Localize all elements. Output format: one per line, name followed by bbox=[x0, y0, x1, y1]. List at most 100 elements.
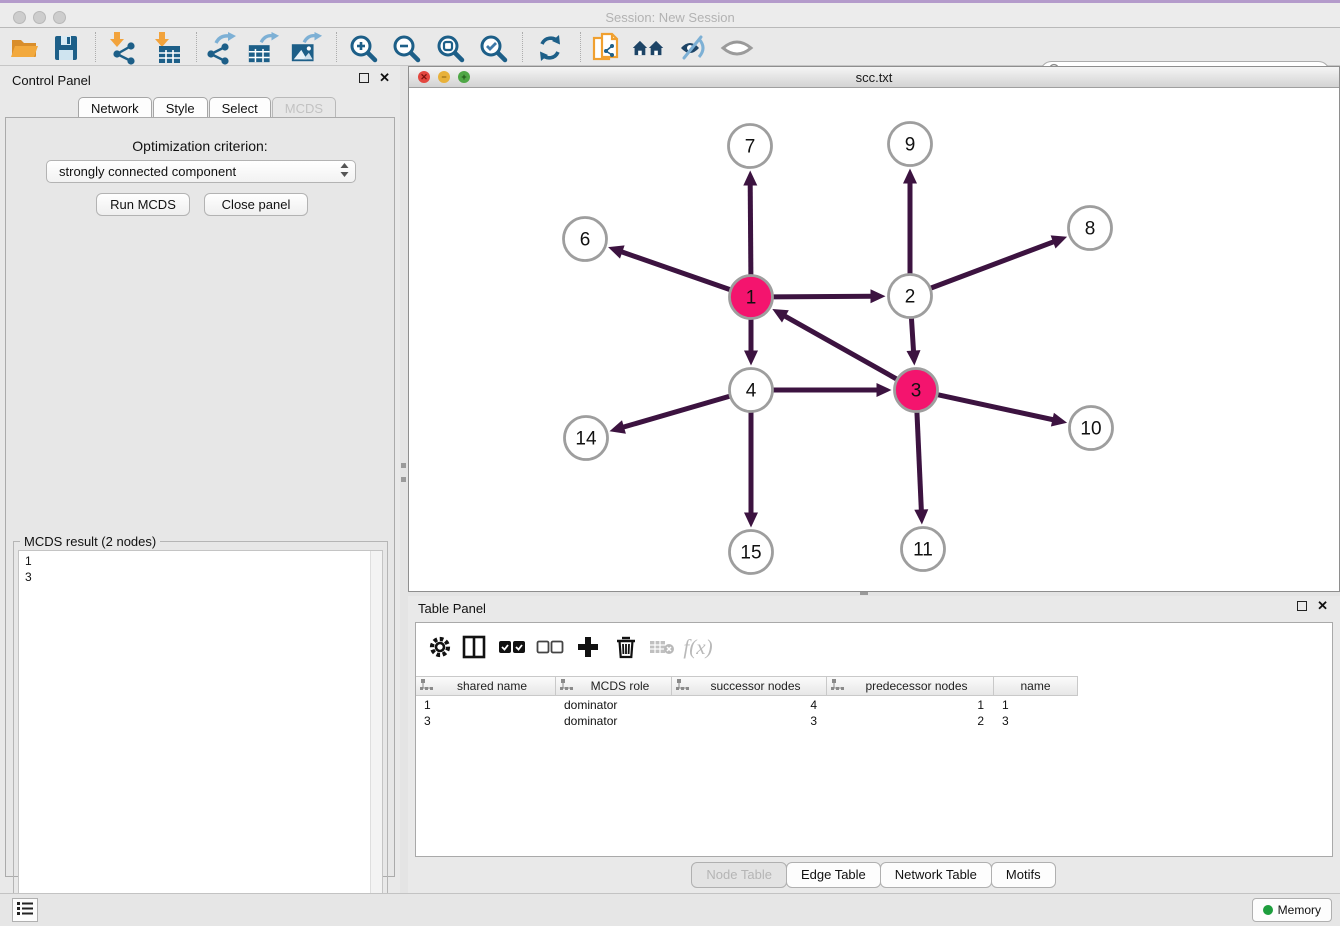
zoom-in-icon[interactable] bbox=[346, 31, 380, 65]
cell-predecessor-nodes[interactable]: 2 bbox=[827, 713, 994, 729]
refresh-layout-icon[interactable] bbox=[533, 31, 567, 65]
column-type-icon bbox=[831, 679, 844, 694]
cell-successor-nodes[interactable]: 3 bbox=[672, 713, 827, 729]
close-table-panel-icon[interactable]: ✕ bbox=[1317, 601, 1328, 611]
cell-name[interactable]: 1 bbox=[994, 697, 1078, 713]
edge-arrow-1-6 bbox=[608, 245, 625, 258]
main-toolbar bbox=[0, 28, 1340, 66]
split-view-icon[interactable] bbox=[460, 632, 488, 662]
edge-arrow-4-15 bbox=[744, 513, 758, 528]
import-network-icon[interactable] bbox=[103, 31, 137, 65]
edge-arrow-2-3 bbox=[907, 350, 921, 365]
mcds-panel: Optimization criterion: strongly connect… bbox=[5, 117, 395, 877]
cell-shared-name[interactable]: 1 bbox=[416, 697, 556, 713]
tab-node-table[interactable]: Node Table bbox=[691, 862, 787, 888]
open-session-icon[interactable] bbox=[7, 31, 41, 65]
close-panel-button[interactable]: Close panel bbox=[204, 193, 308, 216]
toolbar-separator bbox=[336, 32, 337, 62]
export-table-icon[interactable] bbox=[246, 31, 280, 65]
table-panel-title: Table Panel bbox=[418, 601, 486, 616]
memory-label: Memory bbox=[1278, 903, 1321, 917]
edge-3-10[interactable] bbox=[937, 395, 1054, 420]
network-window: ✕ − + scc.txt 7968124314101511 bbox=[408, 66, 1340, 592]
export-image-icon[interactable] bbox=[289, 31, 323, 65]
log-console-button[interactable] bbox=[12, 898, 38, 922]
column-header-predecessor-nodes[interactable]: predecessor nodes bbox=[827, 677, 994, 695]
add-column-icon[interactable] bbox=[574, 632, 602, 662]
node-label-11: 11 bbox=[913, 540, 933, 561]
close-panel-icon[interactable]: ✕ bbox=[379, 73, 390, 83]
float-table-panel-icon[interactable] bbox=[1297, 601, 1307, 611]
select-all-columns-icon[interactable] bbox=[498, 632, 526, 662]
column-header-successor-nodes[interactable]: successor nodes bbox=[672, 677, 827, 695]
toolbar-separator bbox=[95, 32, 96, 62]
cell-successor-nodes[interactable]: 4 bbox=[672, 697, 827, 713]
function-builder-icon[interactable]: f(x) bbox=[684, 632, 712, 662]
column-header-mcds-role[interactable]: MCDS role bbox=[556, 677, 672, 695]
node-label-2: 2 bbox=[905, 287, 916, 308]
edge-4-14[interactable] bbox=[622, 396, 730, 428]
column-type-icon bbox=[420, 679, 433, 694]
node-label-6: 6 bbox=[580, 230, 591, 251]
deselect-all-columns-icon[interactable] bbox=[536, 632, 564, 662]
float-panel-icon[interactable] bbox=[359, 73, 369, 83]
memory-button[interactable]: Memory bbox=[1252, 898, 1332, 922]
criterion-select[interactable]: strongly connected component bbox=[46, 160, 356, 183]
memory-status-icon bbox=[1263, 905, 1273, 915]
node-label-7: 7 bbox=[745, 137, 756, 158]
node-label-8: 8 bbox=[1085, 219, 1096, 240]
column-header-shared-name[interactable]: shared name bbox=[416, 677, 556, 695]
edge-arrow-1-2 bbox=[871, 289, 886, 303]
edge-arrow-3-11 bbox=[914, 509, 928, 524]
edge-2-8[interactable] bbox=[930, 241, 1055, 288]
vertical-splitter[interactable] bbox=[400, 66, 408, 893]
status-bar: Memory bbox=[0, 893, 1340, 926]
first-neighbors-icon[interactable] bbox=[631, 31, 665, 65]
table-panel: Table Panel ✕ f(x) shared nam bbox=[408, 596, 1340, 893]
table-header-row: shared name MCDS role successor nodes pr… bbox=[416, 676, 1078, 696]
export-network-icon[interactable] bbox=[203, 31, 237, 65]
edge-1-6[interactable] bbox=[620, 251, 730, 290]
import-table-icon[interactable] bbox=[148, 31, 182, 65]
zoom-out-icon[interactable] bbox=[389, 31, 423, 65]
edge-arrow-2-9 bbox=[903, 169, 917, 184]
result-line: 1 bbox=[25, 553, 382, 569]
cell-name[interactable]: 3 bbox=[994, 713, 1078, 729]
network-graph: 7968124314101511 bbox=[409, 88, 1339, 591]
hide-details-icon[interactable] bbox=[676, 31, 710, 65]
show-details-icon[interactable] bbox=[720, 31, 754, 65]
edge-arrow-1-7 bbox=[743, 171, 757, 186]
toolbar-separator bbox=[580, 32, 581, 62]
tab-edge-table[interactable]: Edge Table bbox=[786, 862, 881, 888]
cell-mcds-role[interactable]: dominator bbox=[556, 697, 672, 713]
network-canvas[interactable]: 7968124314101511 bbox=[409, 88, 1339, 591]
clone-network-icon[interactable] bbox=[590, 31, 624, 65]
mcds-result-textarea[interactable]: 1 3 bbox=[18, 550, 383, 912]
zoom-selected-icon[interactable] bbox=[476, 31, 510, 65]
table-row[interactable]: 3 dominator 3 2 3 bbox=[416, 713, 1078, 729]
edge-3-1[interactable] bbox=[784, 315, 898, 379]
cell-shared-name[interactable]: 3 bbox=[416, 713, 556, 729]
save-session-icon[interactable] bbox=[49, 31, 83, 65]
node-label-4: 4 bbox=[746, 381, 757, 402]
network-window-titlebar[interactable]: ✕ − + scc.txt bbox=[409, 67, 1339, 88]
run-mcds-button[interactable]: Run MCDS bbox=[96, 193, 190, 216]
delete-column-icon[interactable] bbox=[612, 632, 640, 662]
edge-1-2[interactable] bbox=[773, 296, 873, 297]
result-scrollbar[interactable] bbox=[370, 551, 382, 911]
delete-table-icon[interactable] bbox=[648, 632, 676, 662]
cell-mcds-role[interactable]: dominator bbox=[556, 713, 672, 729]
tab-motifs[interactable]: Motifs bbox=[991, 862, 1056, 888]
tab-network-table[interactable]: Network Table bbox=[880, 862, 992, 888]
zoom-fit-icon[interactable] bbox=[433, 31, 467, 65]
column-header-name[interactable]: name bbox=[994, 677, 1078, 695]
edge-arrow-4-3 bbox=[877, 383, 892, 397]
toolbar-separator bbox=[522, 32, 523, 62]
edge-3-11[interactable] bbox=[917, 412, 922, 512]
column-settings-icon[interactable] bbox=[426, 632, 454, 662]
cell-predecessor-nodes[interactable]: 1 bbox=[827, 697, 994, 713]
table-panel-tabs: Node Table Edge Table Network Table Moti… bbox=[408, 862, 1340, 888]
edge-1-7[interactable] bbox=[750, 184, 751, 276]
edge-2-3[interactable] bbox=[911, 318, 913, 353]
table-row[interactable]: 1 dominator 4 1 1 bbox=[416, 697, 1078, 713]
